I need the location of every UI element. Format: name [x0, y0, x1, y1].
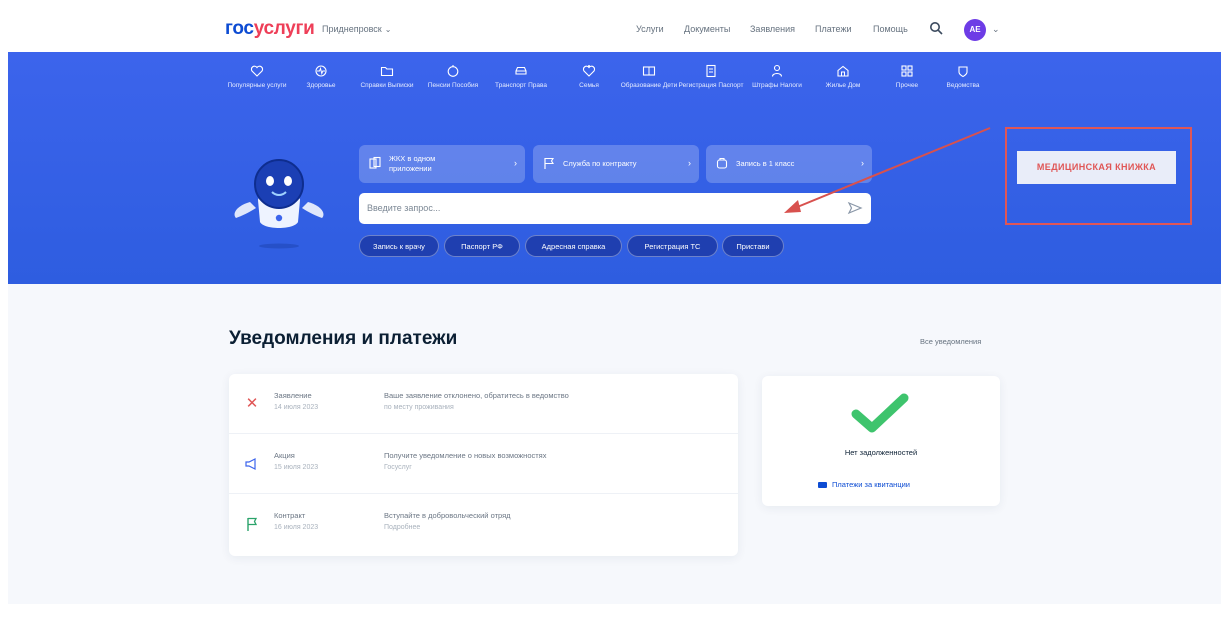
no-debts-text: Нет задолженностей [844, 448, 918, 457]
quick-card-label: Служба по контракту [563, 159, 637, 168]
nav-payments[interactable]: Платежи [815, 24, 852, 34]
car-icon [515, 66, 527, 75]
top-nav: Услуги Документы Заявления Платежи Помощ… [0, 24, 1221, 38]
chip-doctor[interactable]: Запись к врачу [359, 235, 439, 257]
category-label: Справки Выписки [360, 82, 414, 89]
notifications-card: ✕ Заявление 14 июля 2023 Ваше заявление … [229, 374, 738, 556]
notification-title: Контракт [274, 511, 306, 520]
all-notifications-link[interactable]: Все уведомления [920, 337, 981, 346]
category-label: Транспорт Права [495, 82, 547, 89]
category-label: Пенсии Пособия [427, 82, 479, 89]
family-icon [582, 65, 596, 77]
category-certificates[interactable]: Справки Выписки [352, 64, 422, 90]
category-transport[interactable]: Транспорт Права [486, 64, 556, 90]
nav-help[interactable]: Помощь [873, 24, 908, 34]
category-education[interactable]: Образование Дети [614, 64, 684, 90]
notification-subtext: Подробнее [384, 524, 421, 531]
receipt-payments-link[interactable]: Платежи за квитанции [818, 480, 910, 489]
payments-card: Нет задолженностей Платежи за квитанции [762, 376, 1000, 506]
chip-passport[interactable]: Паспорт РФ [444, 235, 520, 257]
category-health[interactable]: Здоровье [286, 64, 356, 90]
category-registration[interactable]: Регистрация Паспорт [676, 64, 746, 90]
avatar[interactable]: АЕ [964, 19, 986, 41]
category-popular[interactable]: Популярные услуги [222, 64, 292, 90]
wallet-icon [447, 65, 459, 77]
category-housing[interactable]: Жилье Дом [808, 64, 878, 90]
notification-date: 16 июля 2023 [274, 524, 319, 531]
chevron-right-icon: › [514, 158, 517, 168]
annotation-arrow [784, 127, 991, 213]
chip-address[interactable]: Адресная справка [525, 235, 622, 257]
notification-subtext: Госуслуг [384, 464, 412, 471]
heart-icon [250, 65, 264, 77]
emblem-icon [958, 66, 968, 78]
top-header: госуслуги Приднепровск ⌄ Услуги Документы… [0, 0, 1221, 52]
quick-card-zhkh[interactable]: ЖКХ в одном приложении › [359, 145, 525, 183]
flag-icon [544, 157, 554, 169]
megaphone-icon [245, 458, 256, 470]
list-item[interactable]: Акция 15 июля 2023 Получите уведомление … [229, 434, 738, 494]
category-label: Популярные услуги [227, 82, 287, 89]
cross-icon: ✕ [245, 395, 259, 412]
chevron-right-icon: › [688, 158, 691, 168]
medical-book-button[interactable]: МЕДИЦИНСКАЯ КНИЖКА [1017, 151, 1176, 184]
notification-text: Получите уведомление о новых возможностя… [384, 451, 547, 460]
card-icon [818, 482, 827, 489]
quick-card-label: ЖКХ в одном приложении [389, 154, 435, 174]
quick-card-contract[interactable]: Служба по контракту › [533, 145, 699, 183]
category-fines[interactable]: Штрафы Налоги [742, 64, 812, 90]
quick-card-line-2: приложении [389, 164, 432, 173]
receipt-payments-label: Платежи за квитанции [832, 480, 910, 489]
grid-icon [901, 65, 913, 77]
nav-documents[interactable]: Документы [684, 24, 730, 34]
search-input[interactable] [367, 199, 827, 217]
category-pensions[interactable]: Пенсии Пособия [418, 64, 488, 90]
category-label: Здоровье [306, 82, 336, 89]
notification-text: Ваше заявление отклонено, обратитесь в в… [384, 391, 569, 400]
house-icon [837, 65, 849, 77]
page-title: Уведомления и платежи [229, 328, 458, 349]
fine-icon [771, 64, 783, 77]
list-item[interactable]: ✕ Заявление 14 июля 2023 Ваше заявление … [229, 374, 738, 434]
folder-icon [380, 66, 394, 77]
chip-bailiffs[interactable]: Пристави [722, 235, 784, 257]
phone-icon [369, 156, 381, 169]
category-label: Образование Дети [620, 82, 678, 89]
nav-applications[interactable]: Заявления [750, 24, 795, 34]
search-icon[interactable] [929, 21, 943, 35]
notification-date: 15 июля 2023 [274, 464, 319, 471]
notification-text: Вступайте в добровольческий отряд [384, 511, 511, 520]
list-item[interactable]: Контракт 16 июля 2023 Вступайте в добров… [229, 494, 738, 554]
robot-mascot [234, 159, 324, 249]
category-agencies[interactable]: Ведомства [928, 64, 998, 90]
nav-services[interactable]: Услуги [636, 24, 664, 34]
checkmark-icon [851, 393, 909, 433]
category-label: Регистрация Паспорт [678, 82, 744, 89]
chip-vehicle[interactable]: Регистрация ТС [627, 235, 718, 257]
chevron-down-icon[interactable]: ⌄ [992, 24, 1000, 35]
flag-icon [247, 517, 258, 531]
book-icon [642, 66, 656, 76]
page-footer-gap [0, 604, 1221, 631]
notification-subtext: по месту проживания [384, 404, 454, 411]
quick-card-line-1: ЖКХ в одном [389, 154, 436, 163]
category-label: Жилье Дом [825, 82, 861, 89]
notification-title: Акция [274, 451, 295, 460]
notification-date: 14 июля 2023 [274, 404, 319, 411]
notification-title: Заявление [274, 391, 312, 400]
pulse-icon [315, 65, 327, 77]
category-label: Ведомства [946, 82, 980, 89]
category-label: Штрафы Налоги [752, 82, 802, 89]
passport-icon [706, 64, 716, 78]
backpack-icon [716, 157, 728, 169]
